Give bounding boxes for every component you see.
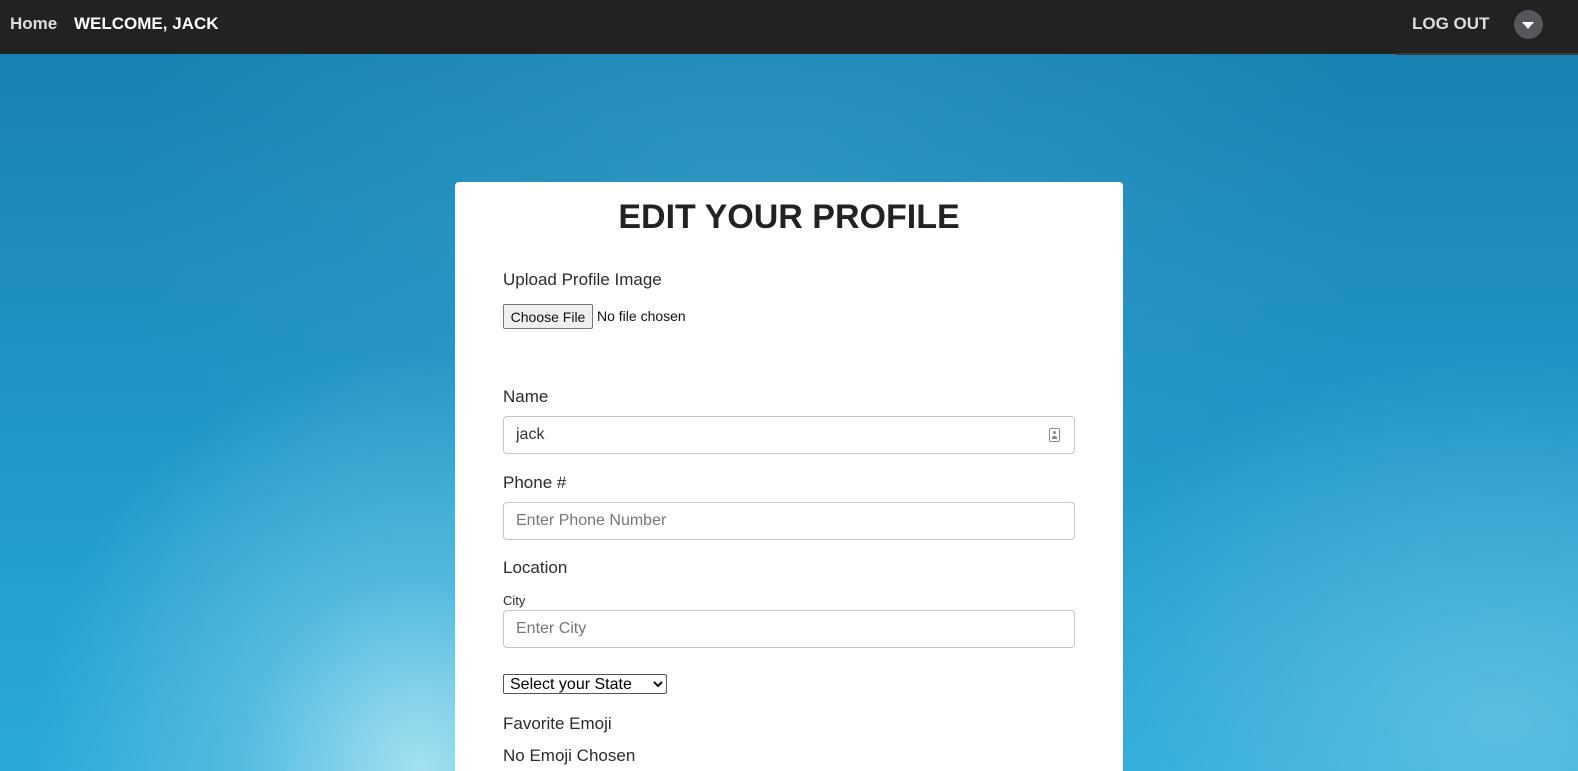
phone-label: Phone # <box>503 473 567 492</box>
logout-link[interactable]: LOG OUT <box>1412 14 1489 34</box>
account-dropdown-button[interactable] <box>1514 10 1543 39</box>
top-navbar: Home WELCOME, JACK LOG OUT <box>0 0 1578 54</box>
choose-file-button[interactable]: Choose File <box>503 304 593 329</box>
nav-home-link[interactable]: Home <box>10 14 57 34</box>
contact-card-icon <box>1049 428 1060 442</box>
phone-field[interactable] <box>503 502 1075 540</box>
emoji-status-text: No Emoji Chosen <box>503 746 636 765</box>
favorite-emoji-label: Favorite Emoji <box>503 714 612 733</box>
name-label: Name <box>503 387 549 406</box>
city-label: City <box>503 593 526 608</box>
state-select[interactable]: Select your State <box>503 674 667 694</box>
nav-active-underline <box>1396 53 1578 55</box>
upload-image-label: Upload Profile Image <box>503 270 662 289</box>
caret-down-icon <box>1522 22 1534 29</box>
name-field[interactable] <box>503 416 1075 454</box>
page-title: EDIT YOUR PROFILE <box>618 198 960 236</box>
welcome-message: WELCOME, JACK <box>74 14 219 33</box>
city-field[interactable] <box>503 610 1075 648</box>
file-status-text: No file chosen <box>597 308 686 324</box>
location-label: Location <box>503 558 568 577</box>
